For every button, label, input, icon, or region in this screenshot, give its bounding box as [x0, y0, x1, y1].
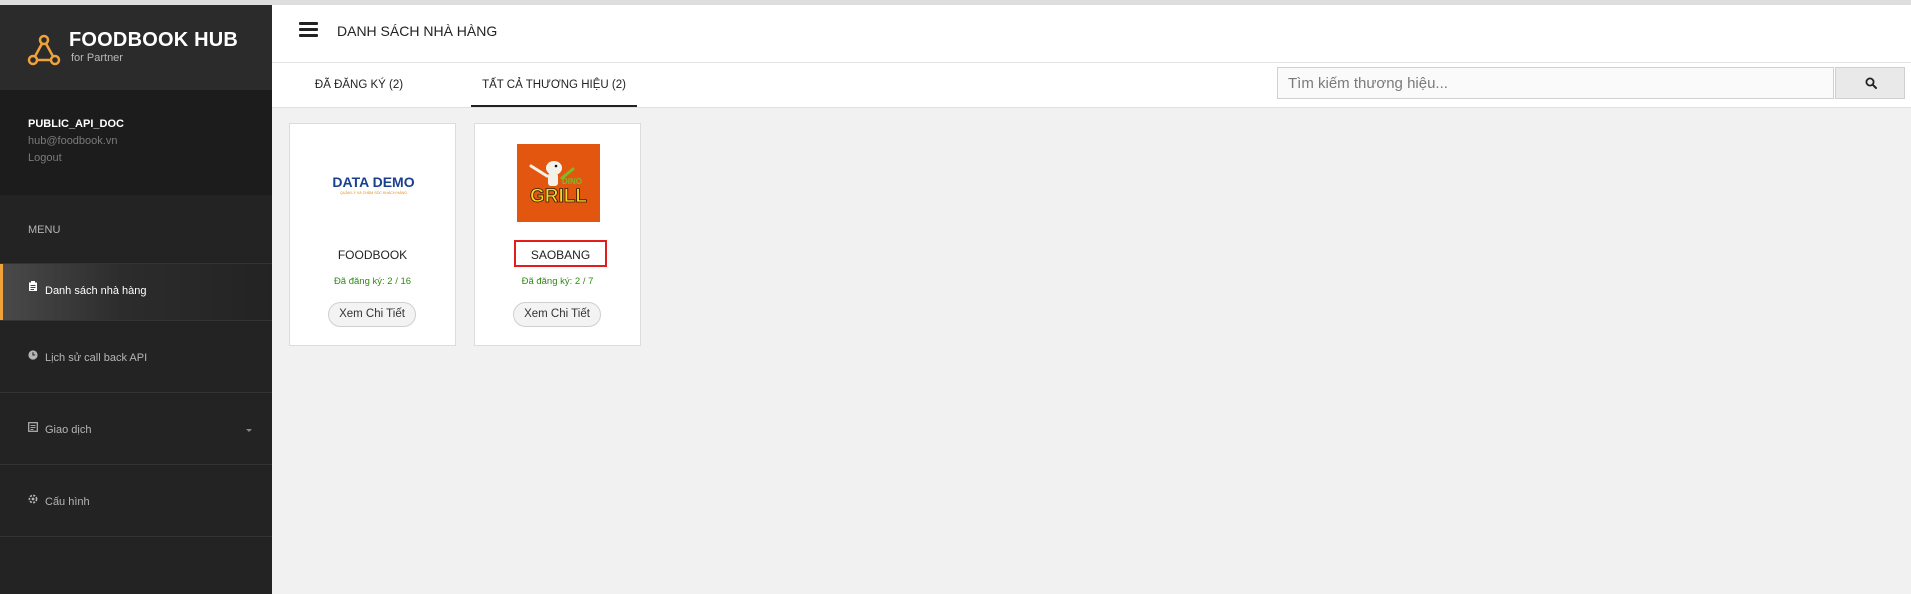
- sidebar-item-callback-history[interactable]: Lịch sử call back API: [0, 321, 272, 393]
- top-header: DANH SÁCH NHÀ HÀNG: [272, 5, 1911, 63]
- registered-count: Đã đăng ký: 2 / 7: [521, 276, 594, 287]
- user-email: hub@foodbook.vn: [28, 135, 118, 147]
- logo-text: GRILL: [530, 186, 587, 207]
- search-input[interactable]: [1277, 67, 1834, 99]
- brand-name: FOODBOOK HUB: [69, 29, 239, 51]
- receipt-icon: [28, 422, 38, 432]
- user-info: PUBLIC_API_DOC hub@foodbook.vn Logout: [0, 90, 272, 195]
- sidebar-item-restaurants[interactable]: Danh sách nhà hàng: [0, 264, 272, 321]
- clock-icon: [28, 350, 38, 360]
- sidebar-item-label: Cấu hình: [45, 496, 90, 508]
- sidebar-item-label: Danh sách nhà hàng: [45, 285, 147, 297]
- search-icon: [1865, 77, 1877, 89]
- data-demo-logo: DATA DEMO QUẢN LÝ VÀ CHĂM SÓC KHÁCH HÀNG: [332, 174, 414, 195]
- hamburger-menu-icon[interactable]: [299, 22, 318, 37]
- logout-link[interactable]: Logout: [28, 152, 62, 164]
- settings-icon: [28, 494, 38, 504]
- brand-header: FOODBOOK HUB for Partner: [0, 5, 272, 90]
- dino-grill-logo: DINO GRILL: [517, 144, 600, 222]
- search-button[interactable]: [1835, 67, 1905, 99]
- logo-tagline: QUẢN LÝ VÀ CHĂM SÓC KHÁCH HÀNG: [340, 190, 407, 195]
- user-name: PUBLIC_API_DOC: [28, 118, 124, 130]
- clipboard-icon: [29, 281, 37, 291]
- tab-registered[interactable]: ĐÃ ĐĂNG KÝ (2): [294, 63, 424, 107]
- logo-small-text: DINO: [562, 177, 582, 186]
- sidebar-item-transactions[interactable]: Giao dịch: [0, 393, 272, 465]
- brand-logo-icon: [27, 34, 61, 66]
- view-details-button[interactable]: Xem Chi Tiết: [513, 302, 601, 327]
- chevron-down-icon: [246, 429, 252, 432]
- sidebar: FOODBOOK HUB for Partner PUBLIC_API_DOC …: [0, 5, 272, 594]
- view-details-button[interactable]: Xem Chi Tiết: [328, 302, 416, 327]
- brand-subtitle: for Partner: [71, 52, 123, 64]
- brand-card: DINO GRILL SAOBANG Đã đăng ký: 2 / 7 Xem…: [474, 123, 641, 346]
- sidebar-item-label: Lịch sử call back API: [45, 352, 148, 364]
- registered-count: Đã đăng ký: 2 / 16: [333, 276, 412, 287]
- sidebar-item-label: Giao dịch: [45, 424, 92, 436]
- logo-text: DATA DEMO: [332, 174, 414, 190]
- brand-name: SAOBANG: [514, 240, 607, 267]
- sidebar-item-settings[interactable]: Cấu hình: [0, 465, 272, 537]
- tab-all-brands[interactable]: TẤT CẢ THƯƠNG HIỆU (2): [471, 63, 637, 107]
- page-title: DANH SÁCH NHÀ HÀNG: [337, 23, 498, 39]
- brand-card: DATA DEMO QUẢN LÝ VÀ CHĂM SÓC KHÁCH HÀNG…: [289, 123, 456, 346]
- menu-header-label: MENU: [28, 224, 61, 236]
- brand-name: FOODBOOK: [337, 248, 408, 262]
- menu-header: MENU: [0, 195, 272, 264]
